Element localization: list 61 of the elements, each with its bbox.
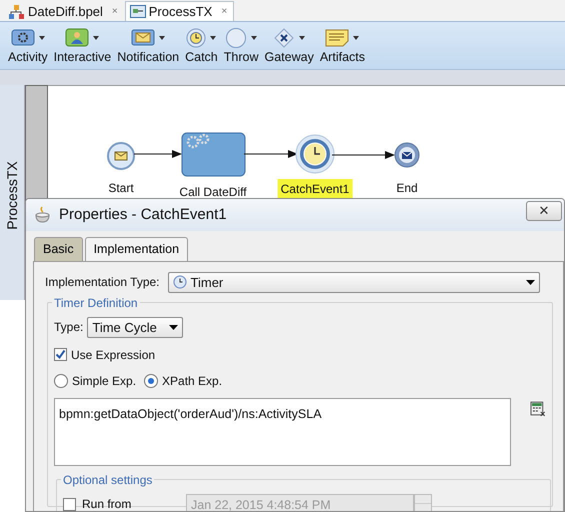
close-icon[interactable]: × xyxy=(112,4,118,19)
type-dropdown[interactable]: Time Cycle xyxy=(87,316,184,338)
checkbox[interactable] xyxy=(54,348,67,362)
node-label: Start xyxy=(107,180,135,197)
dialog-tab[interactable]: Implementation xyxy=(84,237,188,261)
caret-icon xyxy=(353,36,360,40)
radio-button[interactable] xyxy=(54,374,68,388)
clock-icon xyxy=(172,275,187,290)
caret-icon xyxy=(210,36,216,40)
envelope-icon xyxy=(131,28,156,48)
node-label: Call DateDiff xyxy=(178,184,248,201)
section-title: Timer Definition xyxy=(53,296,139,309)
circle-icon xyxy=(225,28,248,48)
field-label: Implementation Type: xyxy=(45,274,160,292)
palette-button[interactable]: Artifacts xyxy=(320,28,365,69)
caret-icon xyxy=(251,36,258,40)
clock-icon xyxy=(186,28,206,48)
calculator-icon xyxy=(530,400,546,417)
radio-label: Simple Exp. xyxy=(72,372,136,390)
diagram-icon xyxy=(130,4,146,19)
flow-arrow xyxy=(134,150,182,158)
palette-button[interactable]: Catch xyxy=(185,28,218,69)
timer-event-icon[interactable] xyxy=(296,134,334,174)
start-event-icon[interactable] xyxy=(107,142,135,170)
file-tree-icon xyxy=(9,4,25,19)
caret-icon xyxy=(38,36,45,40)
task-node[interactable] xyxy=(182,132,246,176)
caret-icon xyxy=(526,280,535,285)
flow-arrow xyxy=(332,151,395,159)
caret-icon xyxy=(159,36,166,40)
caret-icon xyxy=(93,36,100,40)
checkbox-label: Run from xyxy=(82,496,132,511)
lane-label: ProcessTX xyxy=(3,160,21,232)
radio-label: XPath Exp. xyxy=(162,372,222,390)
node-label: End xyxy=(395,180,419,197)
section-title: Optional settings xyxy=(62,474,154,486)
field-label: Type: xyxy=(54,319,84,336)
radio-button[interactable] xyxy=(144,374,158,388)
palette-button[interactable]: Activity xyxy=(8,28,48,69)
flow-arrow xyxy=(244,150,298,158)
end-event-icon[interactable] xyxy=(394,142,420,168)
palette-button[interactable]: Throw xyxy=(224,28,258,69)
gear-icon xyxy=(10,28,35,48)
palette-button[interactable]: Gateway xyxy=(264,28,314,69)
palette-button[interactable]: Notification xyxy=(117,28,180,69)
caret-icon xyxy=(299,36,306,40)
checkbox-label: Use Expression xyxy=(71,346,156,364)
implementation-type-dropdown[interactable]: Timer xyxy=(168,272,540,293)
dialog-tab[interactable]: Basic xyxy=(34,237,83,261)
diamond-icon xyxy=(273,28,296,48)
close-button[interactable]: ✕ xyxy=(526,201,562,221)
editor-tab[interactable]: DateDiff.bpel × xyxy=(4,1,125,21)
close-icon[interactable]: × xyxy=(221,4,228,19)
note-icon xyxy=(325,28,350,48)
node-label: CatchEvent1 xyxy=(278,179,352,199)
editor-tab[interactable]: ProcessTX × xyxy=(124,1,234,21)
expression-field[interactable]: bpmn:getDataObject('orderAud')/ns:ActivitySLA xyxy=(54,398,512,466)
user-icon xyxy=(65,28,90,48)
palette-button[interactable]: Interactive xyxy=(54,28,112,69)
dialog-title: Properties - CatchEvent1 xyxy=(59,204,227,225)
caret-icon xyxy=(169,324,178,330)
